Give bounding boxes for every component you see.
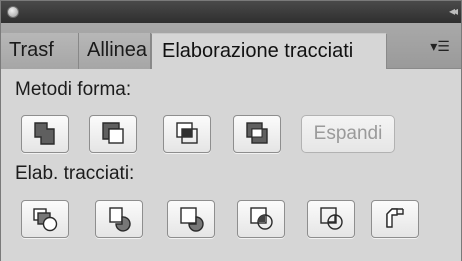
crop-icon	[250, 207, 273, 230]
tab-transform[interactable]: Trasf	[1, 33, 79, 69]
trim-button[interactable]	[95, 200, 143, 238]
minus-back-button[interactable]	[371, 200, 419, 238]
merge-button[interactable]	[167, 200, 215, 238]
exclude-button[interactable]	[233, 115, 281, 153]
tab-label: Elaborazione tracciati	[162, 40, 354, 62]
panel-menu-icon[interactable]: ▾☰	[427, 35, 453, 57]
tab-bar: Trasf Allinea Elaborazione tracciati ▾☰	[1, 23, 461, 69]
intersect-icon	[176, 122, 198, 144]
crop-button[interactable]	[237, 200, 285, 238]
pathfinder-panel: ◂◂ Trasf Allinea Elaborazione tracciati …	[0, 0, 462, 261]
collapse-icon[interactable]: ◂◂	[449, 5, 458, 17]
minus-front-button[interactable]	[89, 115, 137, 153]
panel-content: Metodi forma: Espandi Elab. tracciati:	[1, 69, 461, 261]
minus-front-icon	[102, 122, 124, 144]
merge-icon	[180, 207, 204, 232]
unite-button[interactable]	[21, 115, 69, 153]
outline-icon	[320, 207, 343, 230]
divide-icon	[33, 208, 58, 232]
exclude-icon	[246, 122, 268, 144]
tab-label: Trasf	[9, 39, 54, 61]
tab-align[interactable]: Allinea	[79, 33, 151, 69]
trim-icon	[109, 207, 131, 232]
divide-button[interactable]	[21, 200, 69, 238]
outline-button[interactable]	[307, 200, 355, 238]
minus-back-icon	[386, 208, 404, 228]
close-icon[interactable]	[7, 6, 19, 18]
pathfinders-label: Elab. tracciati:	[15, 163, 135, 184]
unite-icon	[34, 122, 55, 145]
intersect-button[interactable]	[163, 115, 211, 153]
tab-label: Allinea	[87, 39, 148, 61]
shape-modes-label: Metodi forma:	[15, 79, 132, 100]
tab-pathfinder[interactable]: Elaborazione tracciati	[151, 33, 387, 69]
expand-button[interactable]: Espandi	[301, 115, 395, 153]
panel-titlebar: ◂◂	[1, 1, 461, 23]
